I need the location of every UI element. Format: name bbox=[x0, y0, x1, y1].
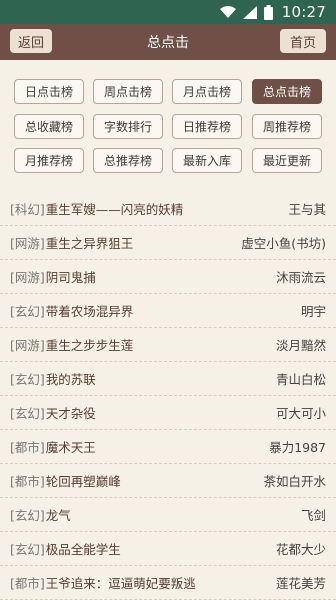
list-item[interactable]: [网游] 阴司鬼捕 沐雨流云 bbox=[0, 260, 336, 294]
book-author[interactable]: 沐雨流云 bbox=[276, 267, 326, 286]
book-category: [都市] bbox=[10, 474, 45, 489]
list-item[interactable]: [玄幻] 我的苏联 青山白松 bbox=[0, 362, 336, 396]
book-title[interactable]: 轮回再塑巅峰 bbox=[46, 471, 258, 490]
book-category: [玄幻] bbox=[10, 542, 45, 557]
book-title[interactable]: 龙气 bbox=[46, 505, 295, 524]
list-item[interactable]: [都市] 轮回再塑巅峰 茶如白开水 bbox=[0, 464, 336, 498]
book-title[interactable]: 重生军嫂——闪亮的妖精 bbox=[46, 199, 283, 218]
status-bar: 10:27 bbox=[0, 0, 336, 24]
list-item[interactable]: [玄幻] 龙气 飞剑 bbox=[0, 498, 336, 532]
list-item[interactable]: [都市] 王爷追来：逗逼萌妃要叛逃 莲花美芳 bbox=[0, 566, 336, 600]
book-category: [都市] bbox=[10, 576, 45, 591]
book-title[interactable]: 重生之异界狙王 bbox=[46, 233, 235, 252]
book-title[interactable]: 极品全能学生 bbox=[46, 539, 270, 558]
book-title[interactable]: 重生之步步生莲 bbox=[46, 335, 270, 354]
list-item[interactable]: [玄幻] 带着农场混异界 明宇 bbox=[0, 294, 336, 328]
tab-monthly-click[interactable]: 月点击榜 bbox=[172, 79, 242, 104]
book-title[interactable]: 魔术天王 bbox=[46, 437, 263, 456]
home-button[interactable]: 首页 bbox=[280, 29, 326, 53]
book-author[interactable]: 飞剑 bbox=[301, 505, 326, 524]
list-item[interactable]: [网游] 重生之异界狙王 虚空小鱼(书坊) bbox=[0, 226, 336, 260]
book-title[interactable]: 阴司鬼捕 bbox=[46, 267, 270, 286]
signal-icon bbox=[242, 5, 257, 19]
book-category: [玄幻] bbox=[10, 508, 45, 523]
book-title[interactable]: 天才杂役 bbox=[46, 403, 270, 422]
tab-total-click[interactable]: 总点击榜 bbox=[252, 79, 322, 104]
status-icons: 10:27 bbox=[219, 3, 326, 21]
book-author[interactable]: 青山白松 bbox=[276, 369, 326, 388]
book-author[interactable]: 王与其 bbox=[288, 199, 326, 218]
book-author[interactable]: 暴力1987 bbox=[269, 437, 326, 456]
wifi-icon bbox=[219, 5, 236, 18]
book-author[interactable]: 茶如白开水 bbox=[263, 471, 326, 490]
list-item[interactable]: [玄幻] 极品全能学生 花都大少 bbox=[0, 532, 336, 566]
book-author[interactable]: 虚空小鱼(书坊) bbox=[241, 233, 326, 252]
ranking-tab-grid: 日点击榜 周点击榜 月点击榜 总点击榜 总收藏榜 字数排行 日推荐榜 周推荐榜 … bbox=[0, 60, 336, 188]
book-title[interactable]: 王爷追来：逗逼萌妃要叛逃 bbox=[46, 573, 270, 592]
book-author[interactable]: 莲花美芳 bbox=[276, 573, 326, 592]
book-category: [都市] bbox=[10, 440, 45, 455]
battery-icon bbox=[263, 4, 273, 20]
list-item[interactable]: [网游] 重生之步步生莲 淡月黯然 bbox=[0, 328, 336, 362]
tab-total-recommend[interactable]: 总推荐榜 bbox=[93, 148, 163, 173]
book-author[interactable]: 花都大少 bbox=[276, 539, 326, 558]
back-button[interactable]: 返回 bbox=[10, 29, 52, 53]
book-title[interactable]: 我的苏联 bbox=[46, 369, 270, 388]
book-category: [网游] bbox=[10, 236, 45, 251]
book-author[interactable]: 明宇 bbox=[301, 301, 326, 320]
tab-weekly-click[interactable]: 周点击榜 bbox=[93, 79, 163, 104]
list-item[interactable]: [玄幻] 天才杂役 可大可小 bbox=[0, 396, 336, 430]
tab-total-favorites[interactable]: 总收藏榜 bbox=[14, 114, 84, 139]
tab-monthly-recommend[interactable]: 月推荐榜 bbox=[14, 148, 84, 173]
book-author[interactable]: 可大可小 bbox=[276, 403, 326, 422]
tab-daily-recommend[interactable]: 日推荐榜 bbox=[172, 114, 242, 139]
book-title[interactable]: 带着农场混异界 bbox=[46, 301, 295, 320]
book-category: [玄幻] bbox=[10, 304, 45, 319]
page-title: 总点击 bbox=[147, 35, 189, 51]
book-author[interactable]: 淡月黯然 bbox=[276, 335, 326, 354]
list-item[interactable]: [都市] 魔术天王 暴力1987 bbox=[0, 430, 336, 464]
title-bar: 返回 总点击 首页 bbox=[0, 24, 336, 60]
tab-recent-updates[interactable]: 最近更新 bbox=[252, 148, 322, 173]
status-time: 10:27 bbox=[281, 3, 326, 21]
tab-word-count[interactable]: 字数排行 bbox=[93, 114, 163, 139]
list-item[interactable]: [科幻] 重生军嫂——闪亮的妖精 王与其 bbox=[0, 192, 336, 226]
book-category: [科幻] bbox=[10, 202, 45, 217]
book-category: [网游] bbox=[10, 270, 45, 285]
book-category: [网游] bbox=[10, 338, 45, 353]
book-category: [玄幻] bbox=[10, 372, 45, 387]
tab-new-arrivals[interactable]: 最新入库 bbox=[172, 148, 242, 173]
tab-weekly-recommend[interactable]: 周推荐榜 bbox=[252, 114, 322, 139]
tab-daily-click[interactable]: 日点击榜 bbox=[14, 79, 84, 104]
book-category: [玄幻] bbox=[10, 406, 45, 421]
